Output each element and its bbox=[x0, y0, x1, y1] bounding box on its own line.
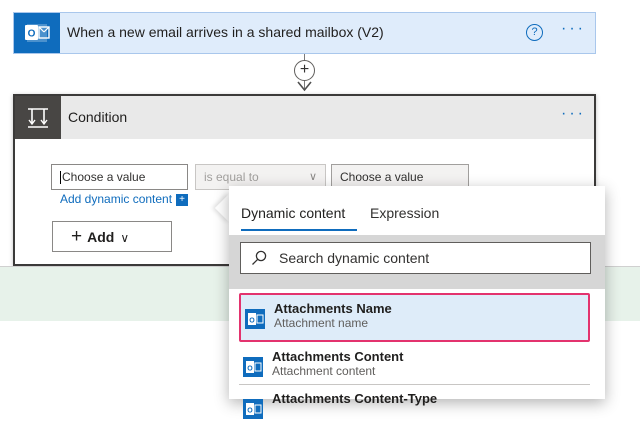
trigger-title: When a new email arrives in a shared mai… bbox=[67, 24, 384, 40]
operator-value: is equal to bbox=[204, 170, 259, 184]
svg-text:O: O bbox=[247, 408, 253, 415]
search-placeholder: Search dynamic content bbox=[279, 250, 430, 266]
chevron-down-icon: ∨ bbox=[120, 231, 130, 245]
item-subtitle: Attachment name bbox=[274, 316, 369, 330]
active-tab-indicator bbox=[241, 229, 357, 231]
condition-header[interactable]: Condition ··· bbox=[15, 96, 594, 139]
right-operand-placeholder: Choose a value bbox=[340, 170, 424, 184]
insert-step-button[interactable]: + bbox=[294, 60, 315, 81]
item-subtitle: Attachment content bbox=[272, 364, 376, 378]
left-operand-input[interactable]: Choose a value bbox=[51, 164, 188, 190]
item-title: Attachments Content bbox=[272, 349, 404, 364]
left-operand-placeholder: Choose a value bbox=[62, 170, 146, 184]
add-dynamic-content-label: Add dynamic content bbox=[60, 192, 173, 206]
svg-text:O: O bbox=[249, 318, 255, 325]
add-button-label: Add bbox=[87, 229, 115, 245]
outlook-icon: O bbox=[14, 13, 60, 53]
dynamic-item-attachments-name[interactable]: O Attachments Name Attachment name bbox=[239, 293, 590, 342]
plus-icon: + bbox=[176, 193, 189, 206]
plus-icon: + bbox=[71, 226, 83, 247]
item-title: Attachments Name bbox=[274, 301, 392, 316]
dynamic-content-flyout: Dynamic content Expression Search dynami… bbox=[229, 186, 605, 419]
text-caret bbox=[60, 171, 61, 185]
arrow-down-icon bbox=[297, 81, 312, 92]
add-dynamic-content-link[interactable]: Add dynamic content + bbox=[60, 192, 189, 206]
outlook-icon: O bbox=[243, 399, 263, 419]
dynamic-item-attachments-content-type[interactable]: O Attachments Content-Type bbox=[239, 384, 590, 433]
search-icon bbox=[252, 250, 267, 265]
condition-title: Condition bbox=[68, 109, 128, 125]
trigger-more-button[interactable]: ··· bbox=[561, 20, 586, 38]
outlook-icon: O bbox=[245, 309, 265, 329]
outlook-icon: O bbox=[243, 357, 263, 377]
svg-text:O: O bbox=[247, 366, 253, 373]
trigger-card[interactable]: O When a new email arrives in a shared m… bbox=[13, 12, 596, 54]
search-input[interactable]: Search dynamic content bbox=[240, 242, 591, 274]
condition-more-button[interactable]: ··· bbox=[561, 105, 586, 123]
tab-dynamic-content[interactable]: Dynamic content bbox=[241, 205, 345, 221]
tab-expression[interactable]: Expression bbox=[370, 205, 439, 221]
add-condition-button[interactable]: + Add ∨ bbox=[52, 221, 172, 252]
svg-text:O: O bbox=[28, 29, 36, 40]
help-icon[interactable]: ? bbox=[526, 24, 543, 41]
condition-icon bbox=[15, 96, 61, 139]
